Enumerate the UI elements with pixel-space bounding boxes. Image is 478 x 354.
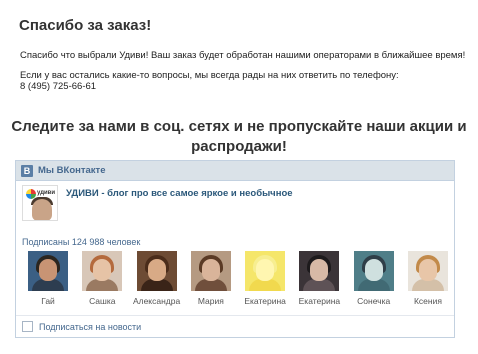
member-photo[interactable] [136,251,177,291]
member-photo[interactable] [190,251,231,291]
member-name[interactable]: Александра [133,296,180,306]
member-item[interactable]: Екатерина [243,251,287,306]
member-item[interactable]: Сашка [80,251,124,306]
avatar-face [32,199,52,220]
subscribe-label[interactable]: Подписаться на новости [39,322,141,332]
member-item[interactable]: Сонечка [352,251,396,306]
member-item[interactable]: Мария [189,251,233,306]
member-item[interactable]: Екатерина [297,251,341,306]
member-name[interactable]: Мария [198,296,224,306]
member-photo[interactable] [299,251,340,291]
member-name[interactable]: Сашка [89,296,115,306]
member-face [310,259,329,281]
group-logo-text: удиви [37,190,56,196]
vk-widget: В Мы ВКонтакте удиви УДИВИ - блог про вс… [15,160,455,338]
member-name[interactable]: Ксения [414,296,442,306]
subscribe-checkbox[interactable] [22,321,33,332]
member-face [201,259,220,281]
phone-number: 8 (495) 725-66-61 [20,81,97,92]
member-face [147,259,166,281]
order-message: Спасибо что выбрали Удиви! Ваш заказ буд… [20,50,466,61]
subscribe-row[interactable]: Подписаться на новости [16,315,454,337]
member-name[interactable]: Сонечка [357,296,390,306]
members-list: Гай Сашка Александра Мария Екатерина Екатерин… [26,251,450,306]
member-item[interactable]: Александра [133,251,180,306]
widget-header-label: Мы ВКонтакте [38,165,106,176]
vk-logo-icon: В [21,164,33,177]
subscribers-count[interactable]: Подписаны 124 988 человек [22,237,140,247]
group-name-link[interactable]: УДИВИ - блог про все самое яркое и необы… [66,188,293,221]
member-photo[interactable] [407,251,448,291]
member-face [93,259,112,281]
member-face [256,259,275,281]
member-photo[interactable] [82,251,123,291]
member-face [39,259,57,281]
member-photo[interactable] [28,251,68,291]
follow-heading: Следите за нами в соц. сетях и не пропус… [11,118,467,155]
member-item[interactable]: Гай [26,251,70,306]
member-name[interactable]: Гай [41,296,55,306]
member-face [418,259,437,281]
group-info: удиви УДИВИ - блог про все самое яркое и… [22,185,293,221]
widget-header[interactable]: В Мы ВКонтакте [16,161,454,181]
member-name[interactable]: Екатерина [299,296,341,306]
member-face [364,259,383,281]
group-avatar[interactable]: удиви [22,185,58,221]
member-item[interactable]: Ксения [406,251,450,306]
thanks-title: Спасибо за заказ! [19,17,152,34]
member-photo[interactable] [245,251,286,291]
member-name[interactable]: Екатерина [244,296,286,306]
questions-message: Если у вас остались какие-то вопросы, мы… [20,70,399,81]
member-photo[interactable] [353,251,394,291]
